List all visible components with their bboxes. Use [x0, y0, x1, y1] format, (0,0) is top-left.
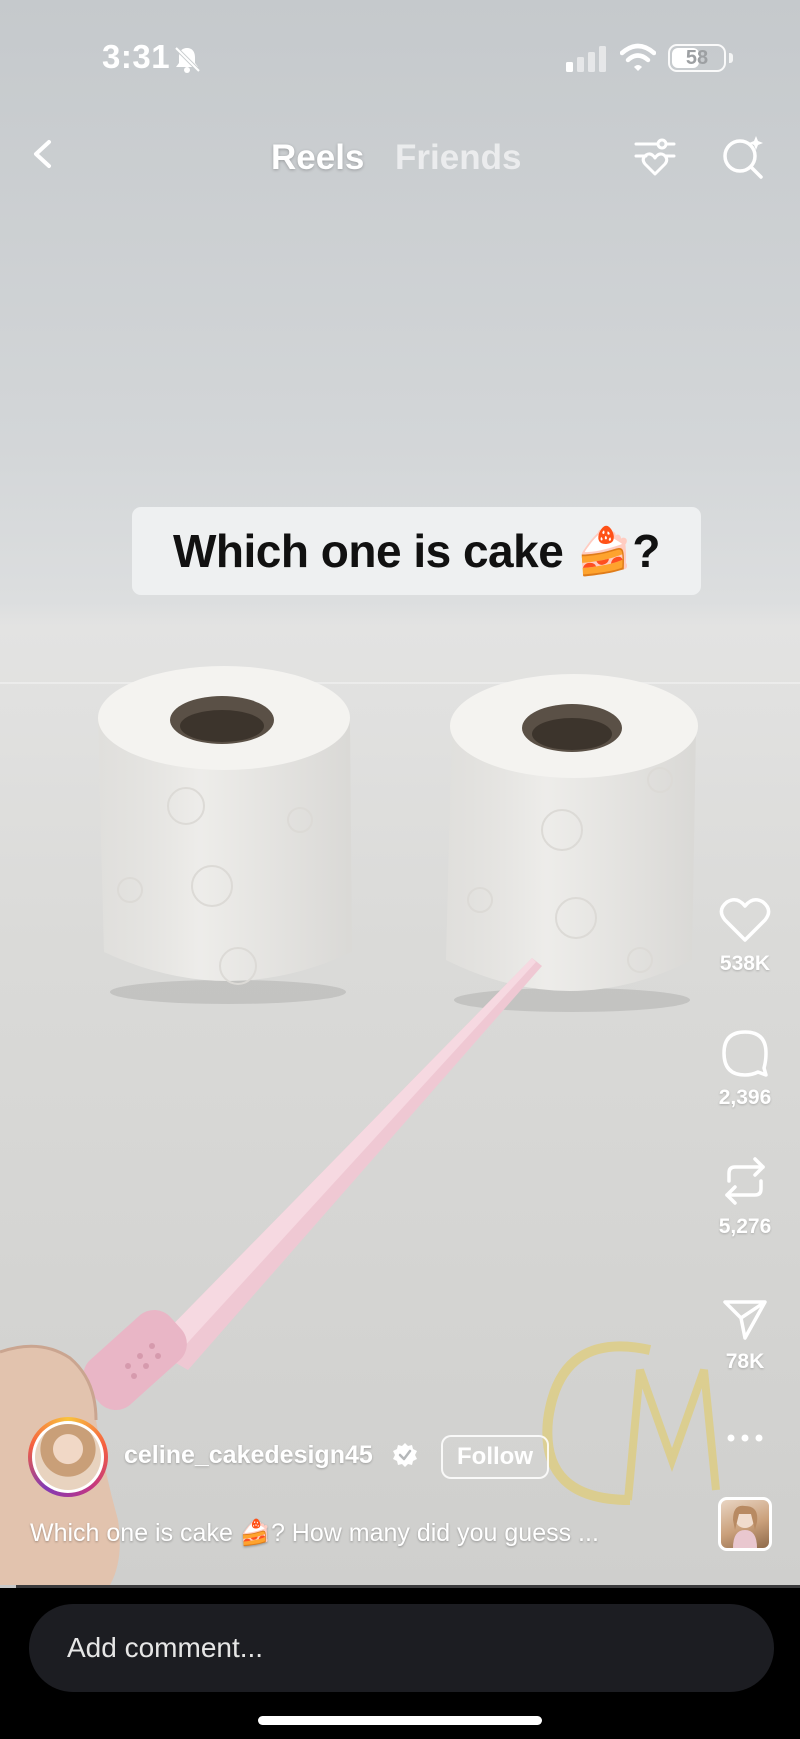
- bell-slash-icon: [174, 46, 201, 73]
- audio-thumbnail[interactable]: [718, 1497, 772, 1551]
- video-scene: [0, 666, 720, 1585]
- toilet-roll-left: [98, 666, 352, 985]
- status-time: 3:31: [102, 38, 171, 75]
- tab-reels[interactable]: Reels: [271, 138, 364, 178]
- repost-icon[interactable]: [721, 1155, 769, 1207]
- video-overlay-caption: Which one is cake 🍰?: [132, 507, 701, 595]
- repost-count: 5,276: [718, 1215, 772, 1238]
- comment-action[interactable]: 2,396: [700, 1028, 790, 1110]
- filter-heart-icon[interactable]: [632, 134, 678, 180]
- pink-knife: [83, 958, 542, 1411]
- share-count: 78K: [725, 1350, 765, 1373]
- tab-friends[interactable]: Friends: [395, 138, 521, 178]
- reels-header: Reels Friends: [0, 120, 800, 200]
- avatar[interactable]: [28, 1417, 108, 1497]
- comment-bar: [0, 1588, 800, 1739]
- heart-icon[interactable]: [719, 896, 771, 944]
- battery-icon: 58: [668, 44, 726, 72]
- status-bar: 3:31 58: [0, 0, 800, 116]
- send-icon[interactable]: [721, 1298, 769, 1342]
- home-indicator: [258, 1716, 542, 1725]
- verified-badge-icon: [393, 1443, 417, 1467]
- author-username[interactable]: celine_cakedesign45: [124, 1441, 373, 1470]
- battery-level-text: 58: [685, 47, 709, 69]
- back-chevron-icon[interactable]: [24, 134, 64, 174]
- audio-thumbnail-image: [733, 1505, 758, 1548]
- cellular-signal-icon: [566, 46, 606, 72]
- roll-shadow-left: [110, 980, 346, 1004]
- search-sparkle-icon[interactable]: [720, 134, 766, 180]
- repost-action[interactable]: 5,276: [700, 1155, 790, 1239]
- reel-video[interactable]: Which one is cake 🍰?: [0, 0, 800, 1585]
- add-comment-input[interactable]: [29, 1604, 774, 1692]
- like-action[interactable]: 538K: [700, 896, 790, 976]
- comment-count: 2,396: [718, 1086, 772, 1109]
- avatar-inner: [32, 1421, 104, 1493]
- more-icon[interactable]: [722, 1426, 768, 1450]
- toilet-roll-right: [446, 674, 698, 991]
- battery-cap: [729, 53, 733, 63]
- comment-icon[interactable]: [720, 1028, 770, 1078]
- like-count: 538K: [719, 952, 771, 975]
- avatar-image: [35, 1424, 101, 1490]
- reel-caption[interactable]: Which one is cake 🍰? How many did you gu…: [30, 1519, 599, 1548]
- wifi-icon: [620, 43, 656, 71]
- share-action[interactable]: 78K: [700, 1298, 790, 1374]
- watermark-logo: [542, 1341, 720, 1505]
- follow-button[interactable]: Follow: [441, 1435, 549, 1479]
